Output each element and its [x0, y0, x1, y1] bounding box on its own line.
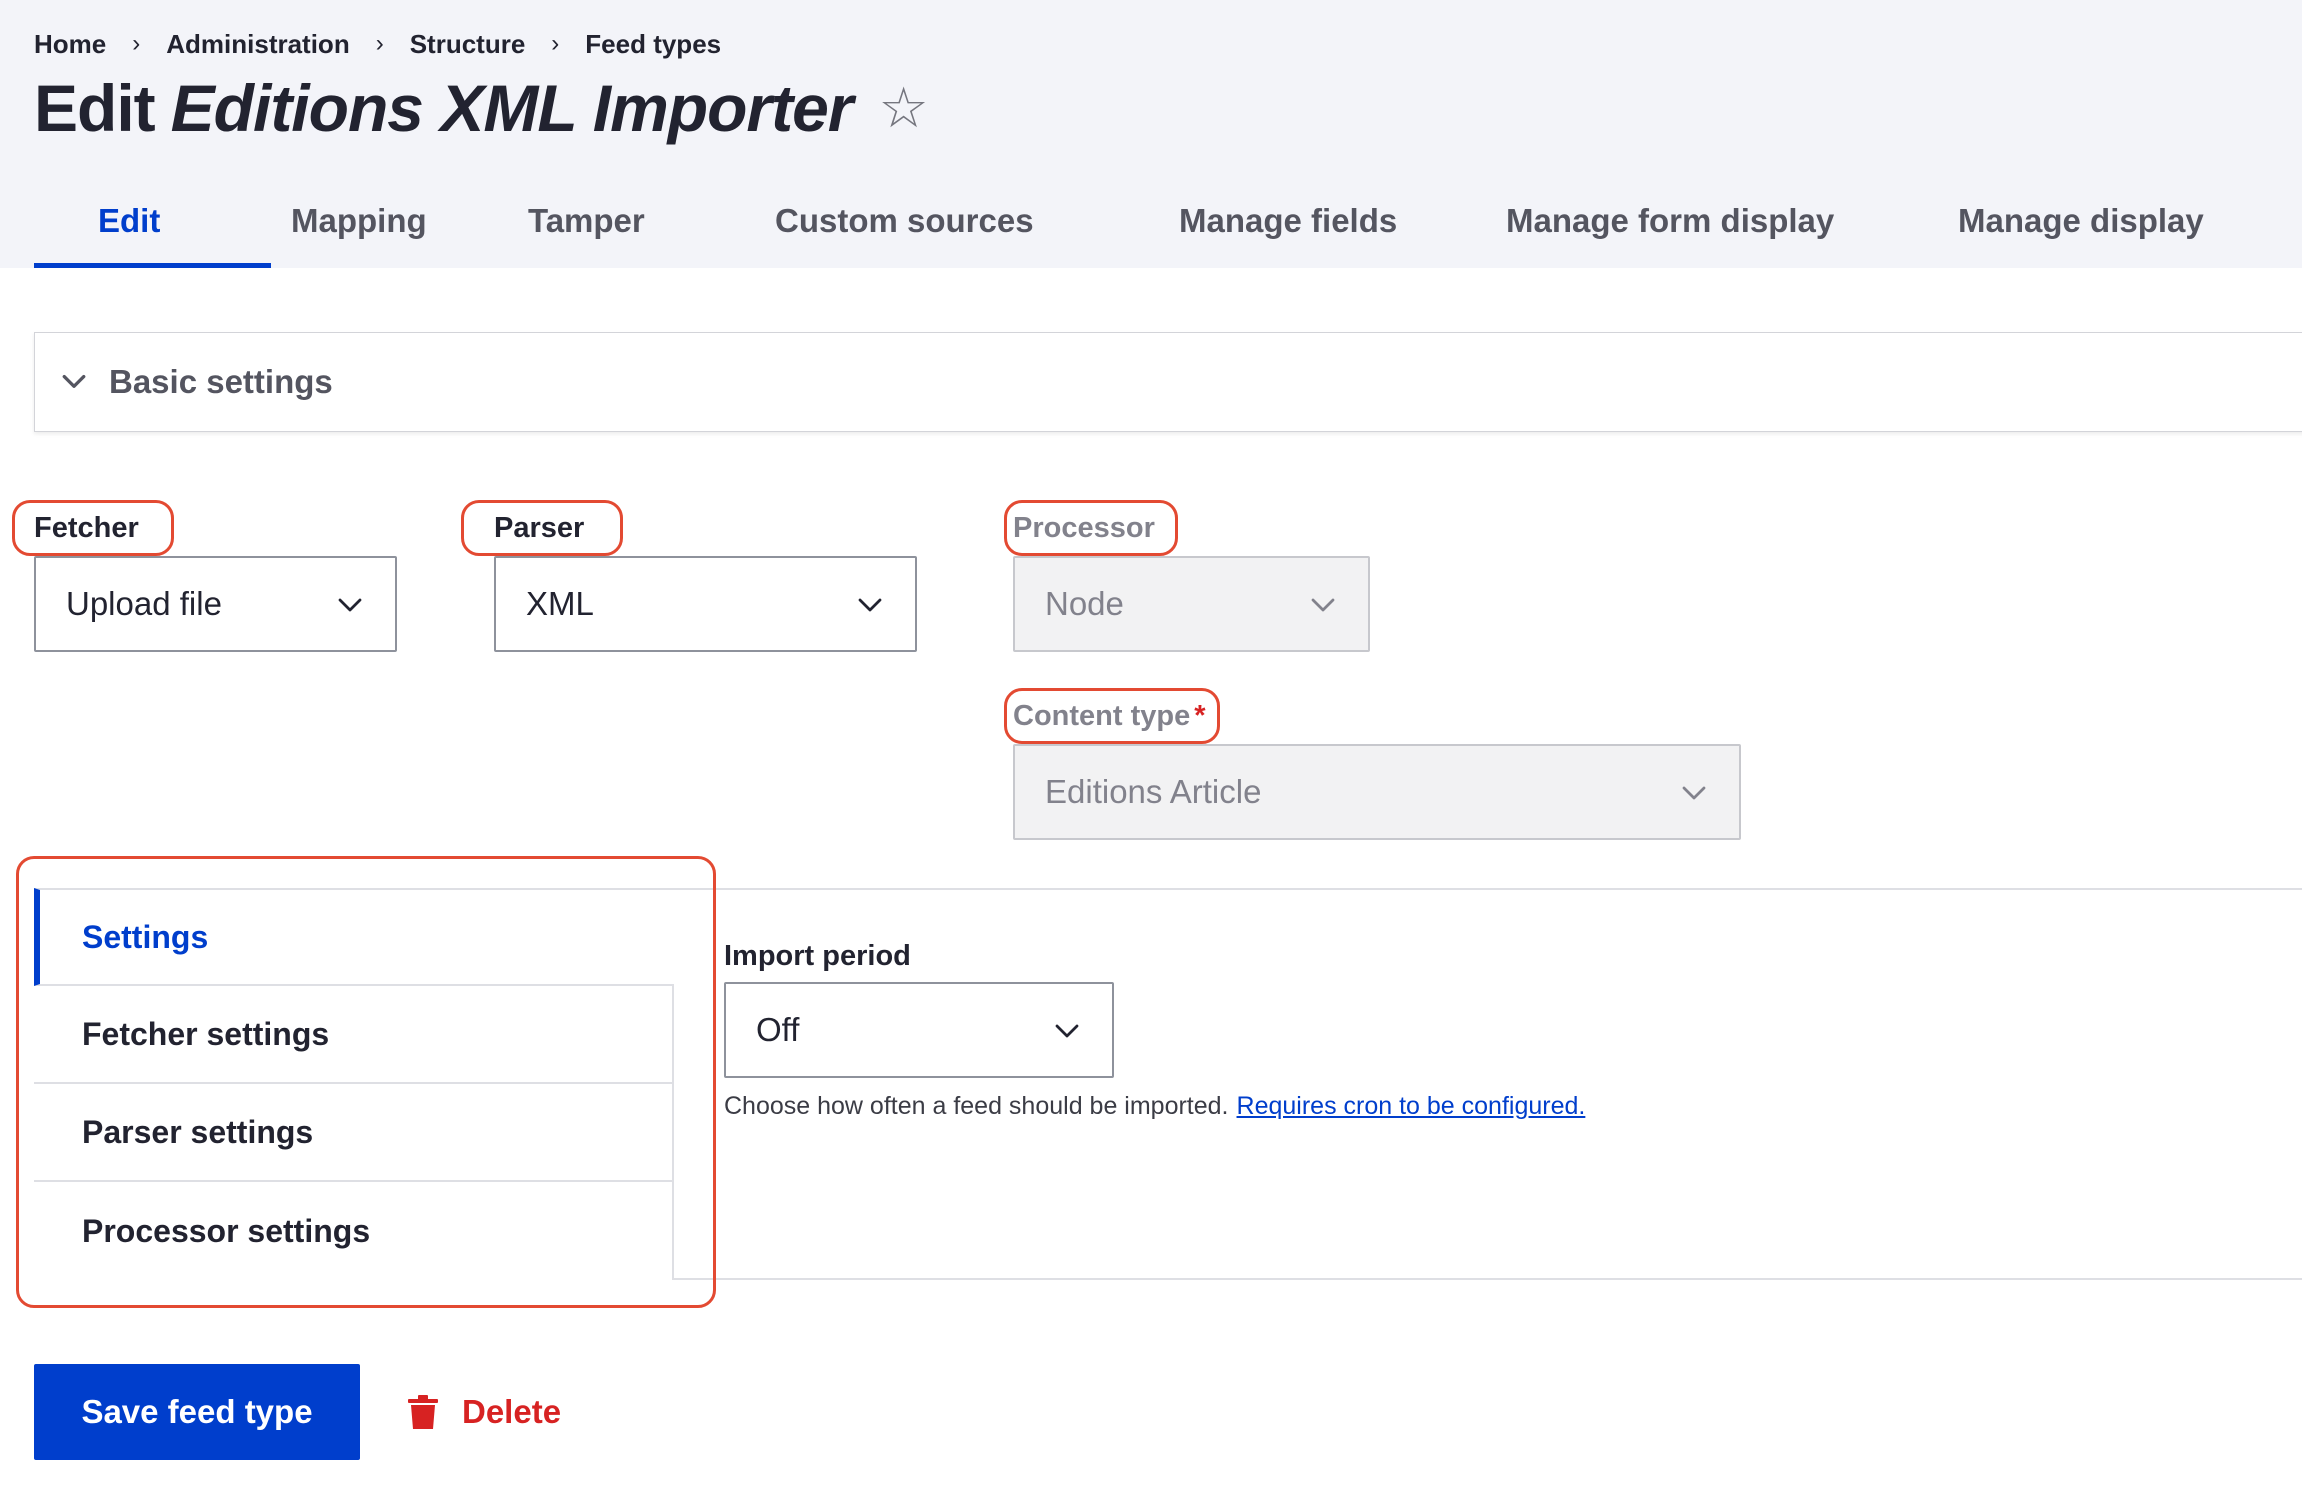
- processor-label: Processor: [1013, 512, 1155, 544]
- star-outline-icon[interactable]: ☆: [879, 80, 929, 136]
- import-period-select-value: Off: [756, 1011, 800, 1048]
- breadcrumb: Home › Administration › Structure › Feed…: [34, 26, 721, 62]
- delete-label: Delete: [462, 1393, 562, 1430]
- delete-button[interactable]: Delete: [408, 1390, 561, 1434]
- tab-label: Mapping: [291, 202, 427, 239]
- tab-custom-sources[interactable]: Custom sources: [775, 192, 1159, 268]
- breadcrumb-separator: ›: [551, 30, 560, 57]
- tab-label: Manage display: [1958, 202, 2204, 239]
- chevron-down-icon: [858, 598, 882, 612]
- tab-manage-form-display[interactable]: Manage form display: [1506, 192, 1958, 268]
- content-type-label: Content type *: [1013, 700, 1206, 733]
- breadcrumb-home[interactable]: Home: [34, 29, 106, 60]
- chevron-down-icon: [1311, 598, 1335, 612]
- primary-tabs: Edit Mapping Tamper Custom sources Manag…: [34, 192, 2238, 268]
- page-header: Home › Administration › Structure › Feed…: [0, 0, 2302, 268]
- import-period-select[interactable]: Off: [724, 982, 1114, 1078]
- content-type-select-value: Editions Article: [1045, 773, 1262, 810]
- content-type-label-text: Content type: [1013, 700, 1191, 732]
- save-feed-type-button[interactable]: Save feed type: [34, 1364, 360, 1460]
- import-period-help-text: Choose how often a feed should be import…: [724, 1092, 1229, 1120]
- content-type-select: Editions Article: [1013, 744, 1741, 840]
- processor-select: Node: [1013, 556, 1370, 652]
- required-marker: *: [1194, 700, 1206, 732]
- page-title-entity: Editions XML Importer: [170, 71, 854, 145]
- basic-settings-label: Basic settings: [109, 363, 333, 400]
- highlight-vertical-tabs: [16, 856, 716, 1308]
- tab-label: Manage form display: [1506, 202, 1835, 239]
- fetcher-label: Fetcher: [34, 512, 139, 544]
- page-title: Edit Editions XML Importer ☆: [34, 70, 929, 146]
- tab-manage-fields[interactable]: Manage fields: [1159, 192, 1506, 268]
- processor-select-value: Node: [1045, 585, 1124, 622]
- tab-mapping[interactable]: Mapping: [271, 192, 528, 268]
- tab-label: Edit: [98, 202, 161, 239]
- tab-label: Manage fields: [1179, 202, 1398, 239]
- fetcher-select[interactable]: Upload file: [34, 556, 397, 652]
- breadcrumb-separator: ›: [375, 30, 384, 57]
- chevron-down-icon: [62, 374, 86, 388]
- basic-settings-summary[interactable]: Basic settings: [34, 332, 2302, 432]
- import-period-label: Import period: [724, 940, 911, 972]
- page-title-prefix: Edit: [34, 71, 156, 145]
- vertical-tabs-pane: [674, 888, 2302, 1280]
- breadcrumb-structure[interactable]: Structure: [410, 29, 526, 60]
- tab-manage-display[interactable]: Manage display: [1958, 192, 2238, 268]
- tab-tamper[interactable]: Tamper: [528, 192, 775, 268]
- trash-icon: [408, 1395, 438, 1429]
- tab-label: Tamper: [528, 202, 645, 239]
- breadcrumb-separator: ›: [132, 30, 141, 57]
- fetcher-select-value: Upload file: [66, 585, 222, 622]
- import-period-description: Choose how often a feed should be import…: [724, 1092, 1585, 1121]
- chevron-down-icon: [1055, 1024, 1079, 1038]
- chevron-down-icon: [1682, 786, 1706, 800]
- chevron-down-icon: [338, 598, 362, 612]
- parser-select[interactable]: XML: [494, 556, 917, 652]
- tab-edit[interactable]: Edit: [34, 192, 271, 268]
- parser-label: Parser: [494, 512, 585, 544]
- tab-label: Custom sources: [775, 202, 1034, 239]
- cron-help-link[interactable]: Requires cron to be configured.: [1237, 1092, 1586, 1120]
- parser-select-value: XML: [526, 585, 594, 622]
- breadcrumb-feed-types[interactable]: Feed types: [585, 29, 721, 60]
- breadcrumb-administration[interactable]: Administration: [166, 29, 349, 60]
